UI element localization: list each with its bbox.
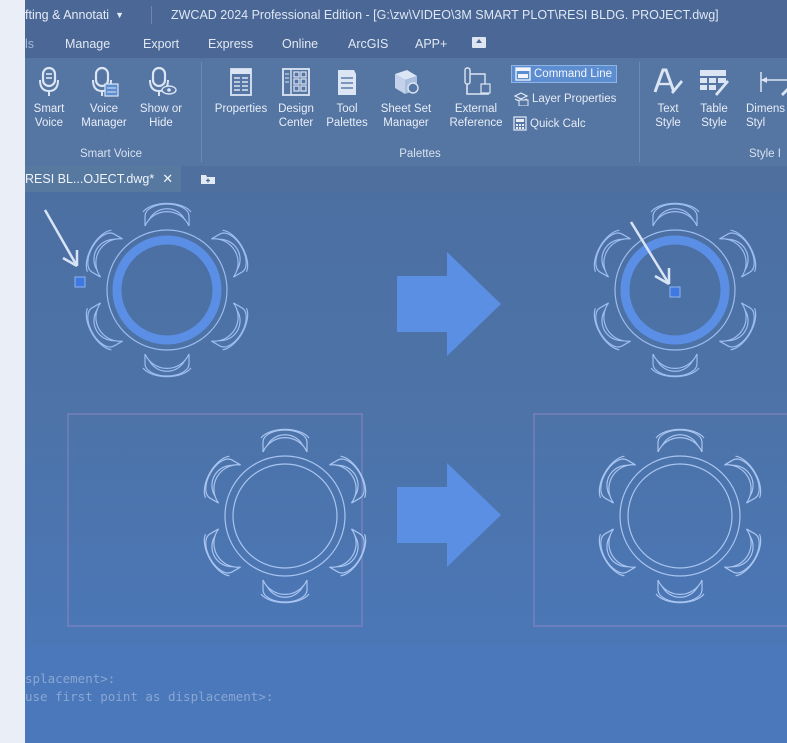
workspace-dropdown[interactable]: fting & Annotati ▼ [25,0,124,30]
table-set-bottom-right[interactable] [593,429,767,602]
chevron-down-icon: ▼ [115,10,125,20]
voice-manager-label: Voice Manager [81,103,127,129]
ribbon: Smart Voice Voice Manager Show or Hide S… [25,58,787,166]
command-line-label: Command Line [534,68,612,80]
smart-voice-button[interactable]: Smart Voice [29,66,69,130]
text-style-icon [653,68,683,94]
dimension-style-icon [760,72,787,96]
grip-point-left[interactable] [74,276,86,288]
viewport-frame-left[interactable] [67,413,363,627]
tab-arcgis[interactable]: ArcGIS [348,30,388,58]
properties-button[interactable]: Properties [209,66,273,116]
document-tab[interactable]: RESI BL...OJECT.dwg* ✕ [25,166,182,192]
document-tab-label: RESI BL...OJECT.dwg* [25,172,155,186]
app-store-icon[interactable] [472,37,486,48]
tab-app-plus[interactable]: APP+ [415,30,447,58]
external-reference-button[interactable]: External Reference [445,66,507,130]
dimension-style-button[interactable]: Dimens Styl [739,66,787,130]
layer-properties-button[interactable]: Layer Properties [513,92,616,106]
command-line-button[interactable]: Command Line [511,65,617,83]
drawing-canvas[interactable] [25,192,787,646]
tab-export[interactable]: Export [143,30,179,58]
microphone-icon [39,66,59,96]
properties-icon [230,68,252,96]
ribbon-tab-bar: ls Manage Export Express Online ArcGIS A… [25,30,787,58]
text-style-label: Text Style [655,103,681,129]
layer-properties-label: Layer Properties [532,93,617,105]
tab-express[interactable]: Express [208,30,253,58]
smart-voice-label: Smart Voice [33,103,65,129]
command-window[interactable]: splacement>: use first point as displace… [25,646,787,743]
close-icon[interactable]: ✕ [162,166,173,192]
calculator-icon [513,116,527,131]
show-hide-button[interactable]: Show or Hide [135,66,187,130]
table-set-bottom-left[interactable] [198,429,372,602]
voice-manager-button[interactable]: Voice Manager [77,66,131,130]
design-center-button[interactable]: Design Center [275,66,317,130]
show-hide-label: Show or Hide [139,103,183,129]
tool-palettes-button[interactable]: Tool Palettes [323,66,371,130]
tool-palettes-label: Tool Palettes [326,103,368,129]
panel-divider [639,62,640,162]
smart-voice-panel-label: Smart Voice [80,148,142,160]
window-title: ZWCAD 2024 Professional Edition - [G:\zw… [171,8,719,22]
tab-tools[interactable]: ls [25,30,34,58]
command-history-line: splacement>: [25,671,116,686]
text-style-button[interactable]: Text Style [649,66,687,130]
external-reference-icon [464,67,491,95]
dimension-style-label: Dimens Styl [746,103,785,129]
command-line-icon [515,67,531,81]
quick-calc-label: Quick Calc [530,117,586,130]
external-reference-label: External Reference [449,103,503,129]
command-history-line: use first point as displacement>: [25,689,274,704]
title-bar: fting & Annotati ▼ ZWCAD 2024 Profession… [25,0,787,30]
sheet-set-icon [395,70,419,94]
workspace-label: fting & Annotati [25,8,110,22]
style-panel-label: Style I [749,148,781,160]
table-style-button[interactable]: Table Style [695,66,733,130]
layer-properties-icon [513,92,529,106]
voice-manager-icon [92,66,119,97]
palettes-panel-label: Palettes [399,148,441,160]
new-tab-icon[interactable] [200,173,216,185]
table-set-top-left[interactable] [80,203,254,376]
arrow-right-top [397,252,501,356]
show-hide-icon [149,66,177,96]
grip-point-right[interactable] [669,286,681,298]
tool-palettes-icon [338,70,356,95]
tab-online[interactable]: Online [282,30,318,58]
sheet-set-manager-button[interactable]: Sheet Set Manager [373,66,439,130]
properties-label: Properties [214,103,268,115]
title-divider [151,6,152,24]
tab-manage[interactable]: Manage [65,30,110,58]
arrow-right-bottom [397,463,501,567]
design-center-label: Design Center [278,103,314,129]
cursor-pointer-left [43,209,79,268]
sheet-set-manager-label: Sheet Set Manager [380,103,432,129]
viewport-frame-right[interactable] [533,413,787,627]
table-style-label: Table Style [700,103,728,129]
table-style-icon [700,70,729,96]
quick-calc-button[interactable]: Quick Calc [513,116,586,131]
document-tab-bar: RESI BL...OJECT.dwg* ✕ [25,166,787,192]
zwcad-window: fting & Annotati ▼ ZWCAD 2024 Profession… [25,0,787,743]
design-center-icon [282,68,310,96]
panel-divider [201,62,202,162]
